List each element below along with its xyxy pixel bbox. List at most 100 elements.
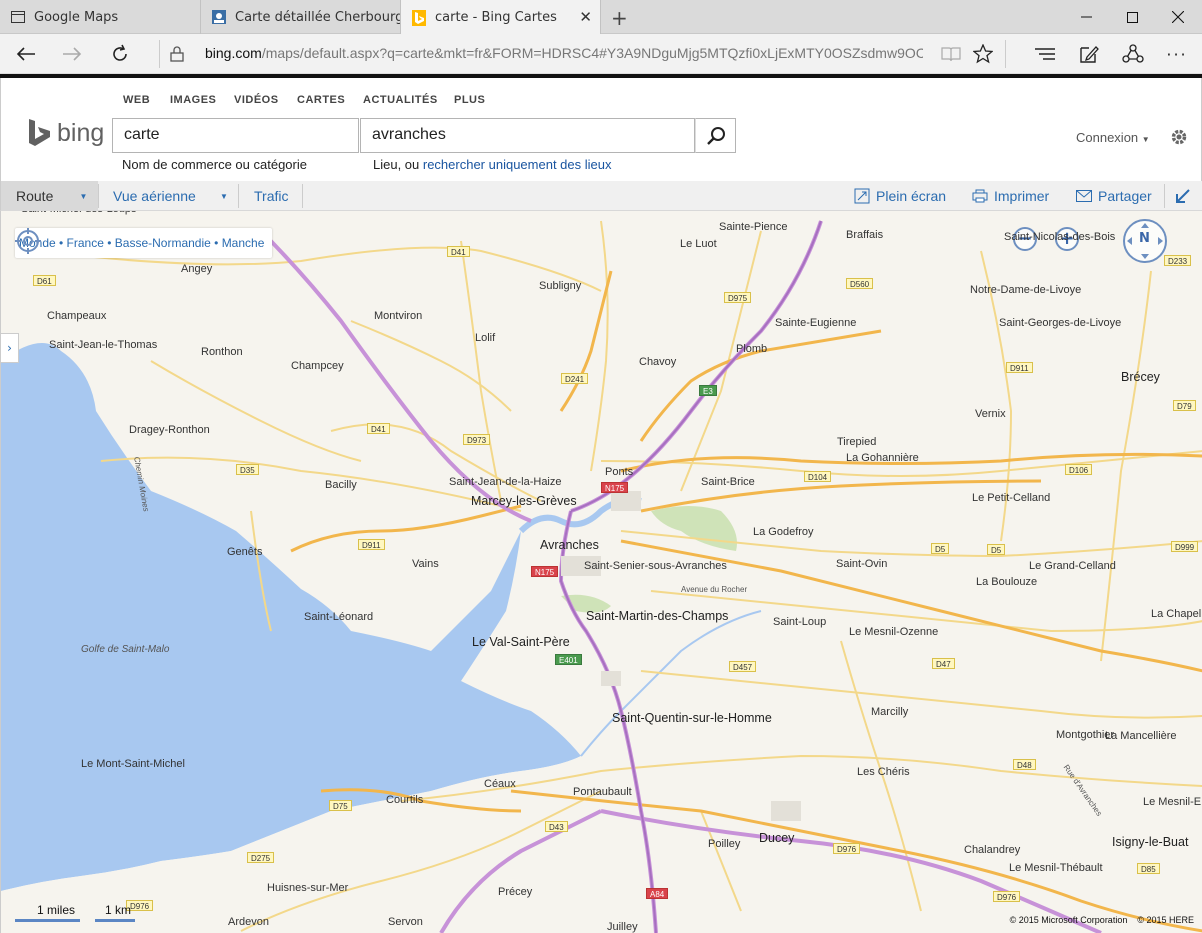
mail-icon [1076, 190, 1092, 202]
signin-button[interactable]: Connexion ▼ [1076, 130, 1150, 145]
fullscreen-label: Plein écran [876, 188, 947, 204]
nav-actualites[interactable]: ACTUALITÉS [363, 94, 438, 106]
traffic-button[interactable]: Trafic [254, 181, 288, 211]
collapse-arrow-icon[interactable] [1175, 181, 1191, 211]
bing-header: WEB IMAGES VIDÉOS CARTES ACTUALITÉS PLUS… [0, 78, 1202, 181]
tab-google-maps[interactable]: Google Maps [0, 0, 201, 34]
back-icon[interactable] [4, 34, 48, 74]
address-bar-row: bing.com/maps/default.aspx?q=carte&mkt=f… [0, 34, 1202, 74]
location-breadcrumb[interactable]: Monde • France • Basse-Normandie • Manch… [15, 228, 273, 258]
search-button[interactable] [695, 118, 736, 153]
road-shield: D75 [329, 800, 352, 811]
search-icon [706, 126, 725, 145]
place-label: Servon [388, 916, 423, 928]
scale-miles-bar [15, 919, 80, 922]
place-label: Saint-Brice [701, 476, 755, 488]
bing-logo[interactable]: bing [28, 118, 104, 148]
road-shield: D106 [1065, 464, 1093, 475]
more-icon[interactable]: ··· [1155, 34, 1199, 74]
place-label: Le Luot [680, 238, 717, 250]
fullscreen-icon [854, 188, 870, 204]
bing-logo-icon [29, 119, 50, 146]
road-shield: D47 [932, 658, 955, 669]
close-window-icon[interactable] [1155, 0, 1201, 34]
road-shield: D41 [447, 246, 470, 257]
place-label: Huisnes-sur-Mer [267, 882, 349, 894]
forward-icon[interactable] [50, 34, 94, 74]
place-label: Saint-Quentin-sur-le-Homme [612, 711, 772, 725]
place-label: Champeaux [47, 310, 107, 322]
nav-cartes[interactable]: CARTES [297, 94, 345, 106]
new-tab-icon[interactable]: + [611, 6, 628, 30]
breadcrumb-text[interactable]: Monde • France • Basse-Normandie • Manch… [19, 236, 264, 250]
scale-miles-label: 1 miles [37, 903, 76, 917]
road-shield: D999 [1171, 541, 1199, 552]
lock-icon [170, 46, 184, 66]
place-label: La Chapel [1151, 608, 1202, 620]
refresh-icon[interactable] [98, 34, 142, 74]
tab-carte-detaillee[interactable]: Carte détaillée Cherbourg-O [201, 0, 401, 34]
map-canvas[interactable]: › Monde • France • Basse-Normandie • Man… [0, 211, 1202, 933]
what-search-input[interactable]: carte [112, 118, 359, 153]
fullscreen-button[interactable]: Plein écran [854, 181, 946, 211]
place-label: Juilley [607, 921, 638, 933]
road-shield: D104 [804, 471, 832, 482]
place-label: Saint-Nicolas-des-Bois [1004, 231, 1116, 243]
place-label: Pontaubault [573, 786, 632, 798]
nav-plus[interactable]: PLUS [454, 94, 485, 106]
divider [302, 184, 303, 208]
where-hint-prefix: Lieu, ou [373, 157, 423, 172]
compass-icon[interactable]: N [1123, 219, 1167, 263]
road-shield: D457 [729, 661, 757, 672]
url-field[interactable]: bing.com/maps/default.aspx?q=carte&mkt=f… [205, 45, 923, 61]
place-label: Poilley [708, 838, 741, 850]
place-label: La Gohannière [846, 452, 919, 464]
page-icon [10, 9, 26, 25]
nav-videos[interactable]: VIDÉOS [234, 94, 279, 106]
bing-logo-text: bing [57, 118, 105, 147]
place-label: Saint-Georges-de-Livoye [999, 317, 1122, 329]
hub-icon[interactable] [1023, 34, 1067, 74]
share-icon[interactable] [1111, 34, 1155, 74]
place-label: Ducey [759, 831, 795, 845]
favorite-star-icon[interactable] [961, 34, 1005, 74]
place-label: Montviron [374, 310, 423, 322]
nav-images[interactable]: IMAGES [170, 94, 216, 106]
road-shield: N175 [601, 482, 629, 493]
route-dropdown-icon[interactable]: ▼ [69, 181, 98, 211]
tab-label: carte - Bing Cartes [435, 10, 557, 25]
place-label: Courtils [386, 794, 424, 806]
nav-web[interactable]: WEB [123, 94, 150, 106]
place-label: Chalandrey [964, 844, 1021, 856]
place-label: Lolif [475, 332, 496, 344]
place-label: Céaux [484, 778, 516, 790]
road-shield: D35 [236, 464, 259, 475]
print-icon [972, 189, 988, 203]
place-label: Marcey-les-Grèves [471, 494, 577, 508]
place-label: Saint-Loup [773, 616, 827, 628]
road-shield: D61 [33, 275, 56, 286]
gear-icon[interactable] [1170, 128, 1188, 150]
side-panel-toggle[interactable]: › [1, 333, 19, 363]
aerial-dropdown-icon[interactable]: ▼ [210, 181, 238, 211]
place-label: Le Grand-Celland [1029, 560, 1116, 572]
place-label: Le Val-Saint-Père [472, 635, 570, 649]
maximize-icon[interactable] [1109, 0, 1155, 34]
locate-me-icon[interactable] [15, 228, 41, 254]
share-map-button[interactable]: Partager [1076, 181, 1152, 211]
place-label: Saint-Senier-sous-Avranches [584, 560, 727, 572]
print-button[interactable]: Imprimer [972, 181, 1049, 211]
aerial-button[interactable]: Vue aérienne [113, 181, 196, 211]
minimize-icon[interactable] [1063, 0, 1109, 34]
tab-bing-cartes[interactable]: carte - Bing Cartes ✕ [401, 0, 601, 35]
route-button[interactable]: Route [16, 181, 53, 211]
where-search-input[interactable]: avranches [360, 118, 695, 153]
close-tab-icon[interactable]: ✕ [579, 8, 592, 26]
road-shield: E401 [555, 654, 582, 665]
road-shield: D975 [724, 292, 752, 303]
places-only-link[interactable]: rechercher uniquement des lieux [423, 157, 612, 172]
place-label: Tirepied [837, 436, 877, 448]
web-note-icon[interactable] [1067, 34, 1111, 74]
place-label: Notre-Dame-de-Livoye [970, 284, 1082, 296]
tab-label: Google Maps [34, 9, 119, 25]
